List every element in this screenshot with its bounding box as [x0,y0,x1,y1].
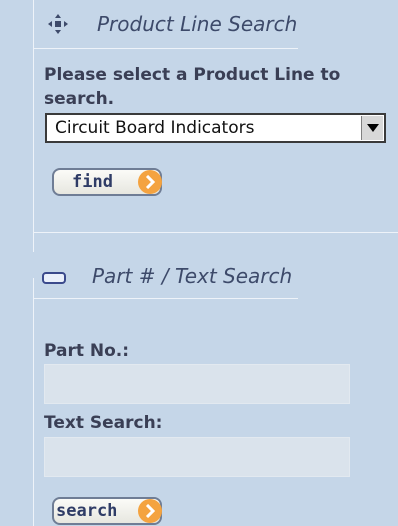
text-search-label: Text Search: [44,413,163,433]
part-search-title: Part # / Text Search [92,264,293,288]
section-divider-main [33,232,398,233]
dropdown-arrow-icon[interactable] [361,116,383,140]
part-no-label: Part No.: [44,341,130,361]
product-line-select[interactable]: Circuit Board Indicators [45,113,386,143]
product-line-title: Product Line Search [97,12,298,36]
find-button-label: find [72,172,113,192]
section-border-left-2 [33,278,34,526]
find-button[interactable]: find [52,168,162,196]
collapse-icon [42,269,66,288]
product-line-selected: Circuit Board Indicators [55,118,255,138]
text-search-field[interactable] [44,437,350,477]
product-line-prompt: Please select a Product Line to search. [44,65,341,109]
chevron-right-icon [138,170,162,194]
move-icon [48,14,68,38]
search-button-label: search [56,501,118,521]
search-button[interactable]: search [52,497,162,525]
section-divider [33,48,298,49]
chevron-right-icon [138,499,162,523]
part-no-field[interactable] [44,364,350,404]
section-divider-2 [33,298,298,299]
section-border-left [33,0,34,252]
